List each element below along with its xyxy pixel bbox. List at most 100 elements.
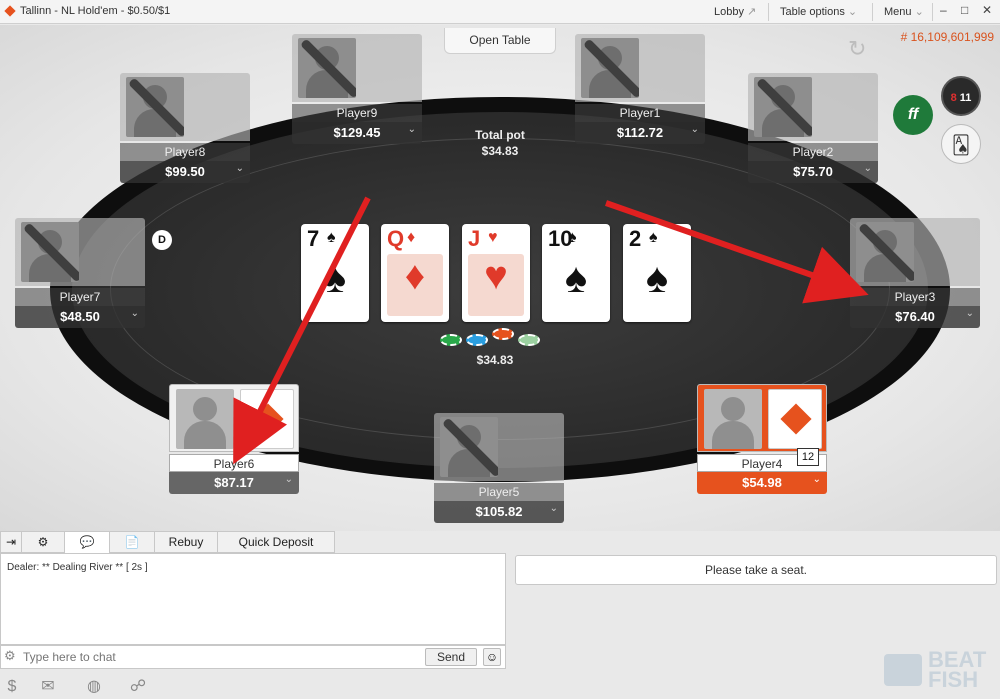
avatar-icon [176, 389, 234, 449]
seat-avatar-box [575, 34, 705, 102]
divider [932, 3, 933, 21]
chat-bubble-icon: 💬 [79, 535, 95, 549]
player-name: Player9 [292, 104, 422, 122]
status-message: Please take a seat. [515, 555, 997, 585]
seat-player9[interactable]: Player9 $129.45 ⌄ [292, 34, 422, 146]
seat-player7[interactable]: Player7 $48.50 ⌄ [15, 218, 145, 330]
send-button[interactable]: Send [425, 648, 477, 666]
chat-input-row: ⚙ Send ☺ [0, 645, 506, 669]
sitout-avatar-icon [126, 77, 184, 137]
minimize-button[interactable]: – [940, 3, 947, 17]
tab-rebuy[interactable]: Rebuy [154, 531, 218, 553]
chevron-down-icon[interactable]: ⌄ [131, 308, 139, 319]
sitout-avatar-icon [21, 222, 79, 282]
chevron-down-icon[interactable]: ⌄ [813, 474, 821, 485]
heart-icon: ♥ [488, 229, 498, 246]
player-stack: $75.70 [748, 161, 878, 183]
tab-leave[interactable]: ⇥ [0, 531, 22, 553]
external-arrow-icon: ↗ [747, 6, 757, 18]
table-options-label: Table options [780, 6, 845, 18]
lobby-button[interactable]: Lobby ↗ [714, 5, 756, 18]
card-back-icon [768, 389, 822, 449]
tab-settings[interactable]: ⚙ [21, 531, 65, 553]
card-rank: 7 [307, 226, 320, 251]
friends-icon[interactable]: ☍ [128, 677, 148, 697]
seat-avatar-box [748, 73, 878, 141]
seat-player8[interactable]: Player8 $99.50 ⌄ [120, 73, 250, 185]
chip-icon [518, 334, 540, 346]
table-options-button[interactable]: Table options ⌄ [780, 5, 857, 18]
refresh-icon[interactable]: ↻ [848, 36, 866, 62]
gear-icon: ⚙ [37, 535, 49, 549]
close-button[interactable]: ✕ [982, 3, 992, 17]
chevron-down-icon[interactable]: ⌄ [408, 124, 416, 135]
fish-logo-icon [884, 654, 922, 686]
chevron-down-icon[interactable]: ⌄ [236, 163, 244, 174]
total-pot-value: $34.83 [481, 144, 519, 158]
seat-avatar-box [120, 73, 250, 141]
chevron-down-icon: ⌄ [847, 6, 858, 18]
open-table-button[interactable]: Open Table [444, 28, 556, 54]
cashier-icon[interactable]: $ [2, 677, 22, 697]
lobby-label: Lobby [714, 6, 744, 18]
seat-player1[interactable]: Player1 $112.72 ⌄ [575, 34, 705, 146]
maximize-button[interactable]: □ [961, 3, 968, 17]
watermark-line2: FISH [928, 667, 979, 692]
tab-quick-deposit[interactable]: Quick Deposit [217, 531, 335, 553]
seat-player5[interactable]: Player5 $105.82 ⌄ [434, 413, 564, 525]
player-name: Player6 [169, 454, 299, 472]
timer-badge: 12 [797, 448, 819, 466]
seat-player6[interactable]: Player6 $87.17 ⌄ [169, 384, 299, 496]
diamond-icon: ♦ [407, 229, 416, 246]
billiards-game-icon[interactable]: 8 11 [941, 76, 981, 116]
menu-button[interactable]: Menu ⌄ [884, 5, 924, 18]
chat-input[interactable] [23, 648, 419, 666]
seat-avatar-box [292, 34, 422, 102]
seat-avatar-box [850, 218, 980, 286]
card-rank: J [468, 226, 481, 251]
chip-icon [440, 334, 462, 346]
chevron-down-icon[interactable]: ⌄ [285, 474, 293, 485]
divider [872, 3, 873, 21]
window-title: Tallinn - NL Hold'em - $0.50/$1 [20, 5, 171, 17]
hand-id[interactable]: # 16,109,601,999 [901, 30, 994, 44]
player-name: Player8 [120, 143, 250, 161]
seat-player2[interactable]: Player2 $75.70 ⌄ [748, 73, 878, 185]
mail-icon[interactable]: ✉ [38, 677, 58, 697]
chevron-down-icon[interactable]: ⌄ [966, 308, 974, 319]
seat-avatar-box [169, 384, 299, 452]
seat-player4[interactable]: Player4 12 $54.98 ⌄ [697, 384, 827, 496]
card-rank: 2 [629, 226, 642, 251]
spade-icon: ♠ [564, 254, 588, 301]
bottom-panel: ⇥ ⚙ 💬 📄 Rebuy Quick Deposit Dealer: ** D… [0, 531, 1000, 699]
smiley-icon[interactable]: ☺ [483, 648, 501, 666]
chevron-down-icon[interactable]: ⌄ [864, 163, 872, 174]
tab-chat[interactable]: 💬 [64, 531, 110, 553]
board-card: Q ♦ ♦ [381, 224, 449, 322]
chevron-down-icon[interactable]: ⌄ [691, 124, 699, 135]
avatar-icon [704, 389, 762, 449]
spade-icon: ♠ [649, 229, 658, 246]
board-card: 10 ♠ ♠ [542, 224, 610, 322]
seat-avatar-box [434, 413, 564, 481]
player-stack: $87.17 [169, 472, 299, 494]
chevron-down-icon[interactable]: ⌄ [550, 503, 558, 514]
player-name: Player5 [434, 483, 564, 501]
chat-log: Dealer: ** Dealing River ** [ 2s ] [0, 553, 506, 645]
emoji-settings-icon[interactable]: ⚙ [4, 648, 16, 664]
player-name: Player1 [575, 104, 705, 122]
eleven-label: 11 [959, 92, 972, 104]
menu-label: Menu [884, 6, 912, 18]
player-stack: $99.50 [120, 161, 250, 183]
player-name: Player7 [15, 288, 145, 306]
fastforward-poker-icon[interactable]: ff [893, 95, 933, 135]
globe-icon[interactable]: ◍ [84, 677, 104, 697]
player-name: Player3 [850, 288, 980, 306]
board-card: 2 ♠ ♠ [623, 224, 691, 322]
seat-player3[interactable]: Player3 $76.40 ⌄ [850, 218, 980, 330]
queen-face-icon: ♦ [387, 254, 443, 316]
cards-game-icon[interactable]: 🂡 [941, 124, 981, 164]
chip-icon [492, 328, 514, 340]
player-stack: $48.50 [15, 306, 145, 328]
tab-notes[interactable]: 📄 [109, 531, 155, 553]
